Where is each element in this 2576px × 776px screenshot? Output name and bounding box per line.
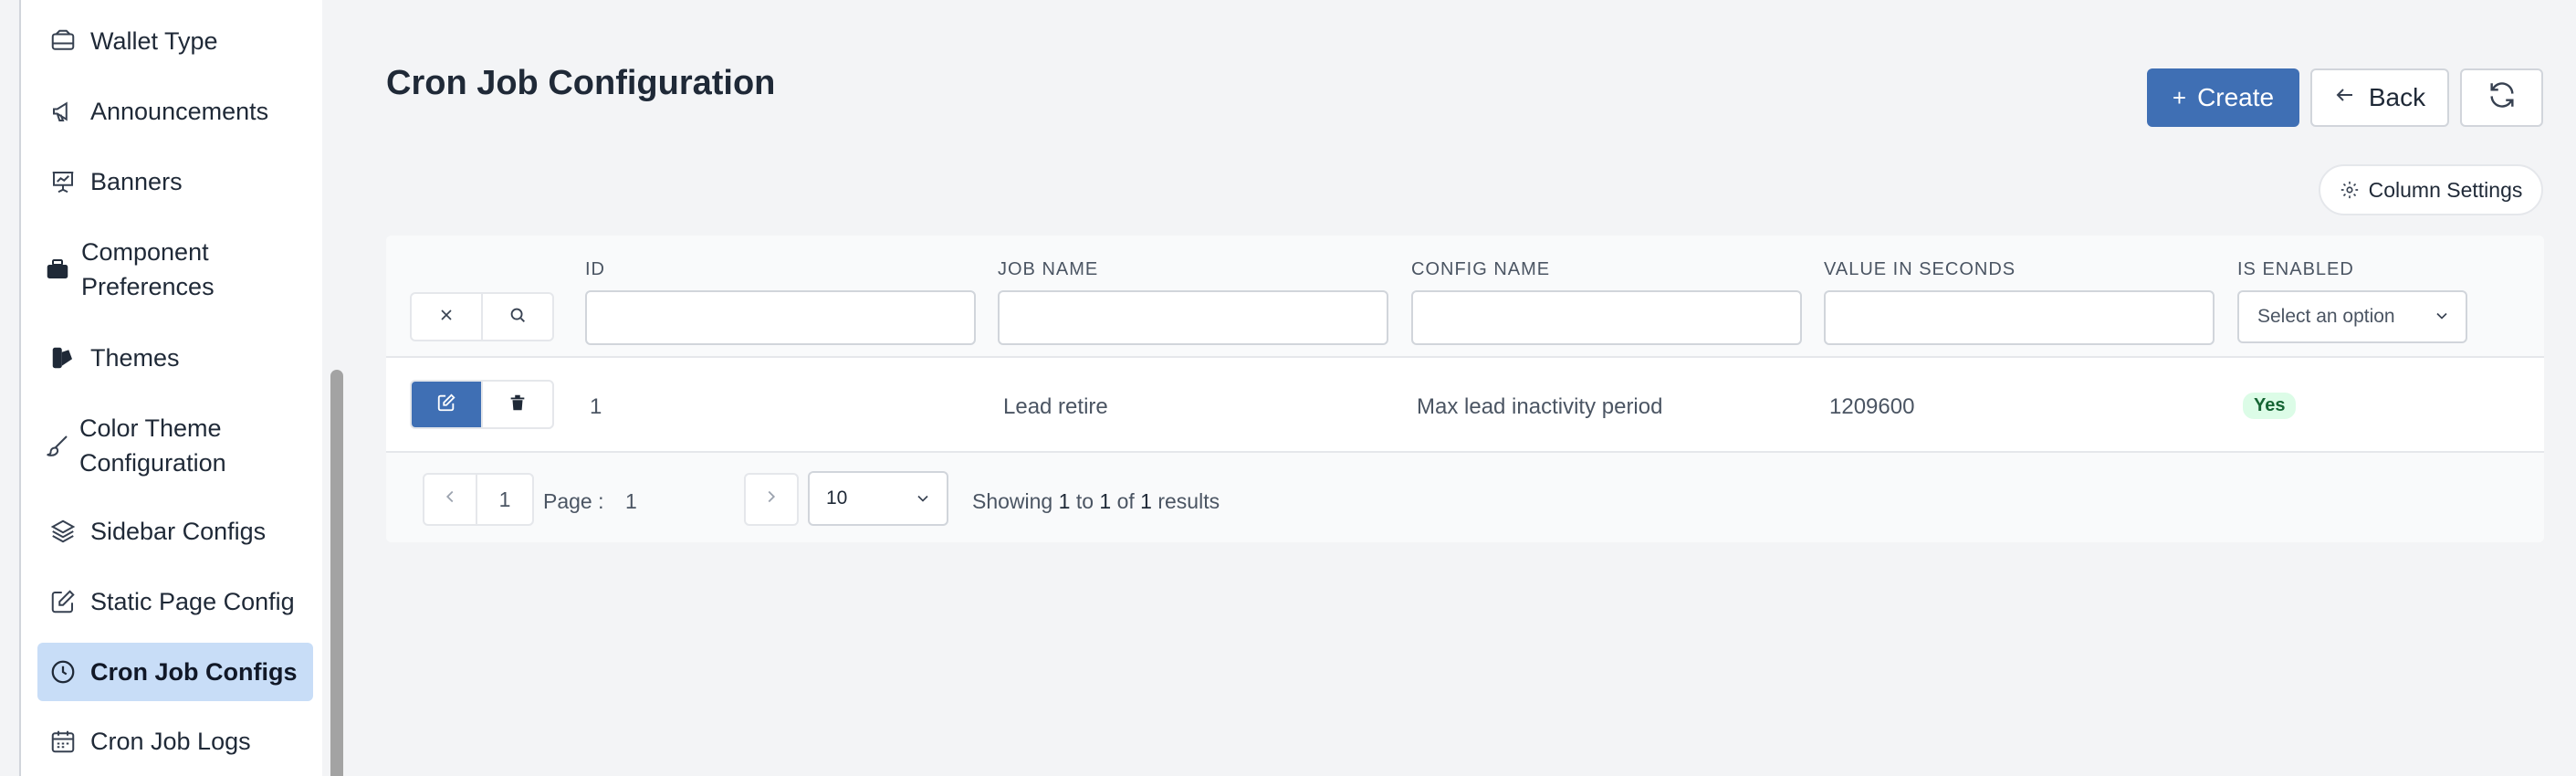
current-page-input[interactable]: 1 — [476, 473, 534, 526]
refresh-icon — [2487, 79, 2518, 117]
sidebar-item-label: Sidebar Configs — [90, 517, 267, 545]
sidebar-panel: Wallet Type Announcements Banners Compon… — [19, 0, 322, 776]
id-filter-input[interactable] — [585, 290, 976, 345]
column-header-is-enabled: IS ENABLED — [2237, 259, 2354, 279]
job-name-filter-input[interactable] — [998, 290, 1388, 345]
create-button-label: Create — [2197, 83, 2275, 111]
summary-of-word: of — [1116, 489, 1135, 513]
column-settings-label: Column Settings — [2368, 177, 2523, 202]
sidebar-item-banners[interactable]: Banners — [37, 159, 313, 204]
page-size-select[interactable]: 10 — [808, 471, 948, 526]
wallet-icon — [48, 26, 78, 56]
sidebar-item-label: Cron Job Configs — [90, 657, 298, 686]
sidebar-item-label: Color Theme Configuration — [79, 414, 226, 477]
chevron-right-icon — [761, 487, 781, 512]
summary-total: 1 — [1140, 489, 1152, 513]
prev-page-button[interactable] — [423, 473, 477, 526]
arrow-left-icon — [2334, 83, 2356, 112]
value-in-seconds-filter-input[interactable] — [1824, 290, 2215, 345]
refresh-button[interactable] — [2460, 68, 2543, 127]
sidebar-item-component-preferences[interactable]: Component Preferences — [37, 233, 313, 306]
data-table: ID JOB NAME CONFIG NAME VALUE IN SECONDS… — [386, 236, 2544, 542]
sidebar-item-label: Themes — [90, 343, 180, 372]
paintbrush-icon — [43, 431, 72, 460]
page-value: 1 — [625, 489, 637, 513]
column-settings-button[interactable]: Column Settings — [2319, 164, 2543, 215]
back-button-label: Back — [2368, 83, 2426, 111]
row-actions — [410, 380, 554, 429]
filter-actions — [410, 292, 554, 341]
chevron-down-icon — [2433, 307, 2451, 330]
clock-icon — [48, 657, 78, 687]
config-name-filter-input[interactable] — [1411, 290, 1802, 345]
close-icon — [437, 306, 456, 329]
edit-button[interactable] — [412, 382, 481, 427]
clear-filters-button[interactable] — [412, 294, 481, 340]
column-header-job-name: JOB NAME — [998, 259, 1099, 279]
cell-job-name: Lead retire — [1003, 394, 1108, 419]
sidebar-item-announcements[interactable]: Announcements — [37, 89, 313, 134]
sidebar-item-label: Announcements — [90, 97, 269, 125]
sidebar-item-label: Wallet Type — [90, 26, 218, 55]
column-header-value-in-seconds: VALUE IN SECONDS — [1824, 259, 2016, 279]
edit-square-icon — [48, 587, 78, 616]
plus-icon: + — [2172, 83, 2187, 111]
sidebar-item-label: Component Preferences — [81, 238, 215, 300]
sidebar-item-cron-job-logs[interactable]: Cron Job Logs — [37, 718, 313, 764]
presentation-chart-icon — [48, 167, 78, 196]
cell-id: 1 — [590, 394, 602, 419]
layers-icon — [48, 517, 78, 546]
create-button[interactable]: + Create — [2147, 68, 2299, 127]
page-label: Page : — [543, 489, 604, 513]
chevron-left-icon — [440, 487, 460, 512]
swatch-icon — [48, 343, 78, 372]
calendar-icon — [48, 727, 78, 756]
sidebar-item-label: Static Page Config — [90, 587, 295, 615]
page-title: Cron Job Configuration — [386, 64, 776, 102]
cell-value-in-seconds: 1209600 — [1829, 394, 1915, 419]
page-size-value: 10 — [826, 488, 848, 509]
summary-to: 1 — [1099, 489, 1112, 513]
sidebar-item-label: Banners — [90, 167, 183, 195]
table-header-row: ID JOB NAME CONFIG NAME VALUE IN SECONDS… — [386, 236, 2544, 358]
chevron-down-icon — [914, 489, 932, 513]
summary-from: 1 — [1058, 489, 1071, 513]
summary-results-word: results — [1157, 489, 1220, 513]
edit-icon — [436, 393, 456, 417]
column-header-id: ID — [585, 259, 605, 279]
trash-icon — [508, 393, 528, 417]
is-enabled-filter-select[interactable]: Select an option — [2237, 290, 2467, 343]
is-enabled-filter-placeholder: Select an option — [2257, 306, 2395, 327]
summary-to-word: to — [1075, 489, 1094, 513]
sidebar-item-color-theme-configuration[interactable]: Color Theme Configuration — [37, 409, 313, 482]
sidebar-scrollbar-thumb[interactable] — [330, 370, 343, 776]
gear-icon — [2340, 180, 2360, 200]
next-page-button[interactable] — [744, 473, 799, 526]
table-row: 1 Lead retire Max lead inactivity period… — [386, 358, 2544, 453]
results-summary: Showing 1 to 1 of 1 results — [972, 489, 1220, 514]
megaphone-icon — [48, 97, 78, 126]
cell-config-name: Max lead inactivity period — [1417, 394, 1663, 419]
back-button[interactable]: Back — [2310, 68, 2449, 127]
column-header-config-name: CONFIG NAME — [1411, 259, 1551, 279]
delete-button[interactable] — [481, 382, 552, 427]
sidebar-item-themes[interactable]: Themes — [37, 335, 313, 381]
sidebar-item-sidebar-configs[interactable]: Sidebar Configs — [37, 509, 313, 554]
sidebar-item-wallet-type[interactable]: Wallet Type — [37, 18, 313, 64]
briefcase-icon — [43, 255, 72, 284]
sidebar: Wallet Type Announcements Banners Compon… — [0, 0, 349, 776]
pagination: 1 Page : 1 10 Showing 1 to 1 of 1 result… — [386, 453, 2544, 542]
search-button[interactable] — [481, 294, 552, 340]
sidebar-item-label: Cron Job Logs — [90, 727, 251, 755]
sidebar-item-static-page-config[interactable]: Static Page Config — [37, 579, 313, 624]
status-badge: Yes — [2243, 393, 2297, 419]
summary-prefix: Showing — [972, 489, 1053, 513]
sidebar-item-cron-job-configs[interactable]: Cron Job Configs — [37, 643, 313, 701]
search-icon — [508, 305, 528, 330]
